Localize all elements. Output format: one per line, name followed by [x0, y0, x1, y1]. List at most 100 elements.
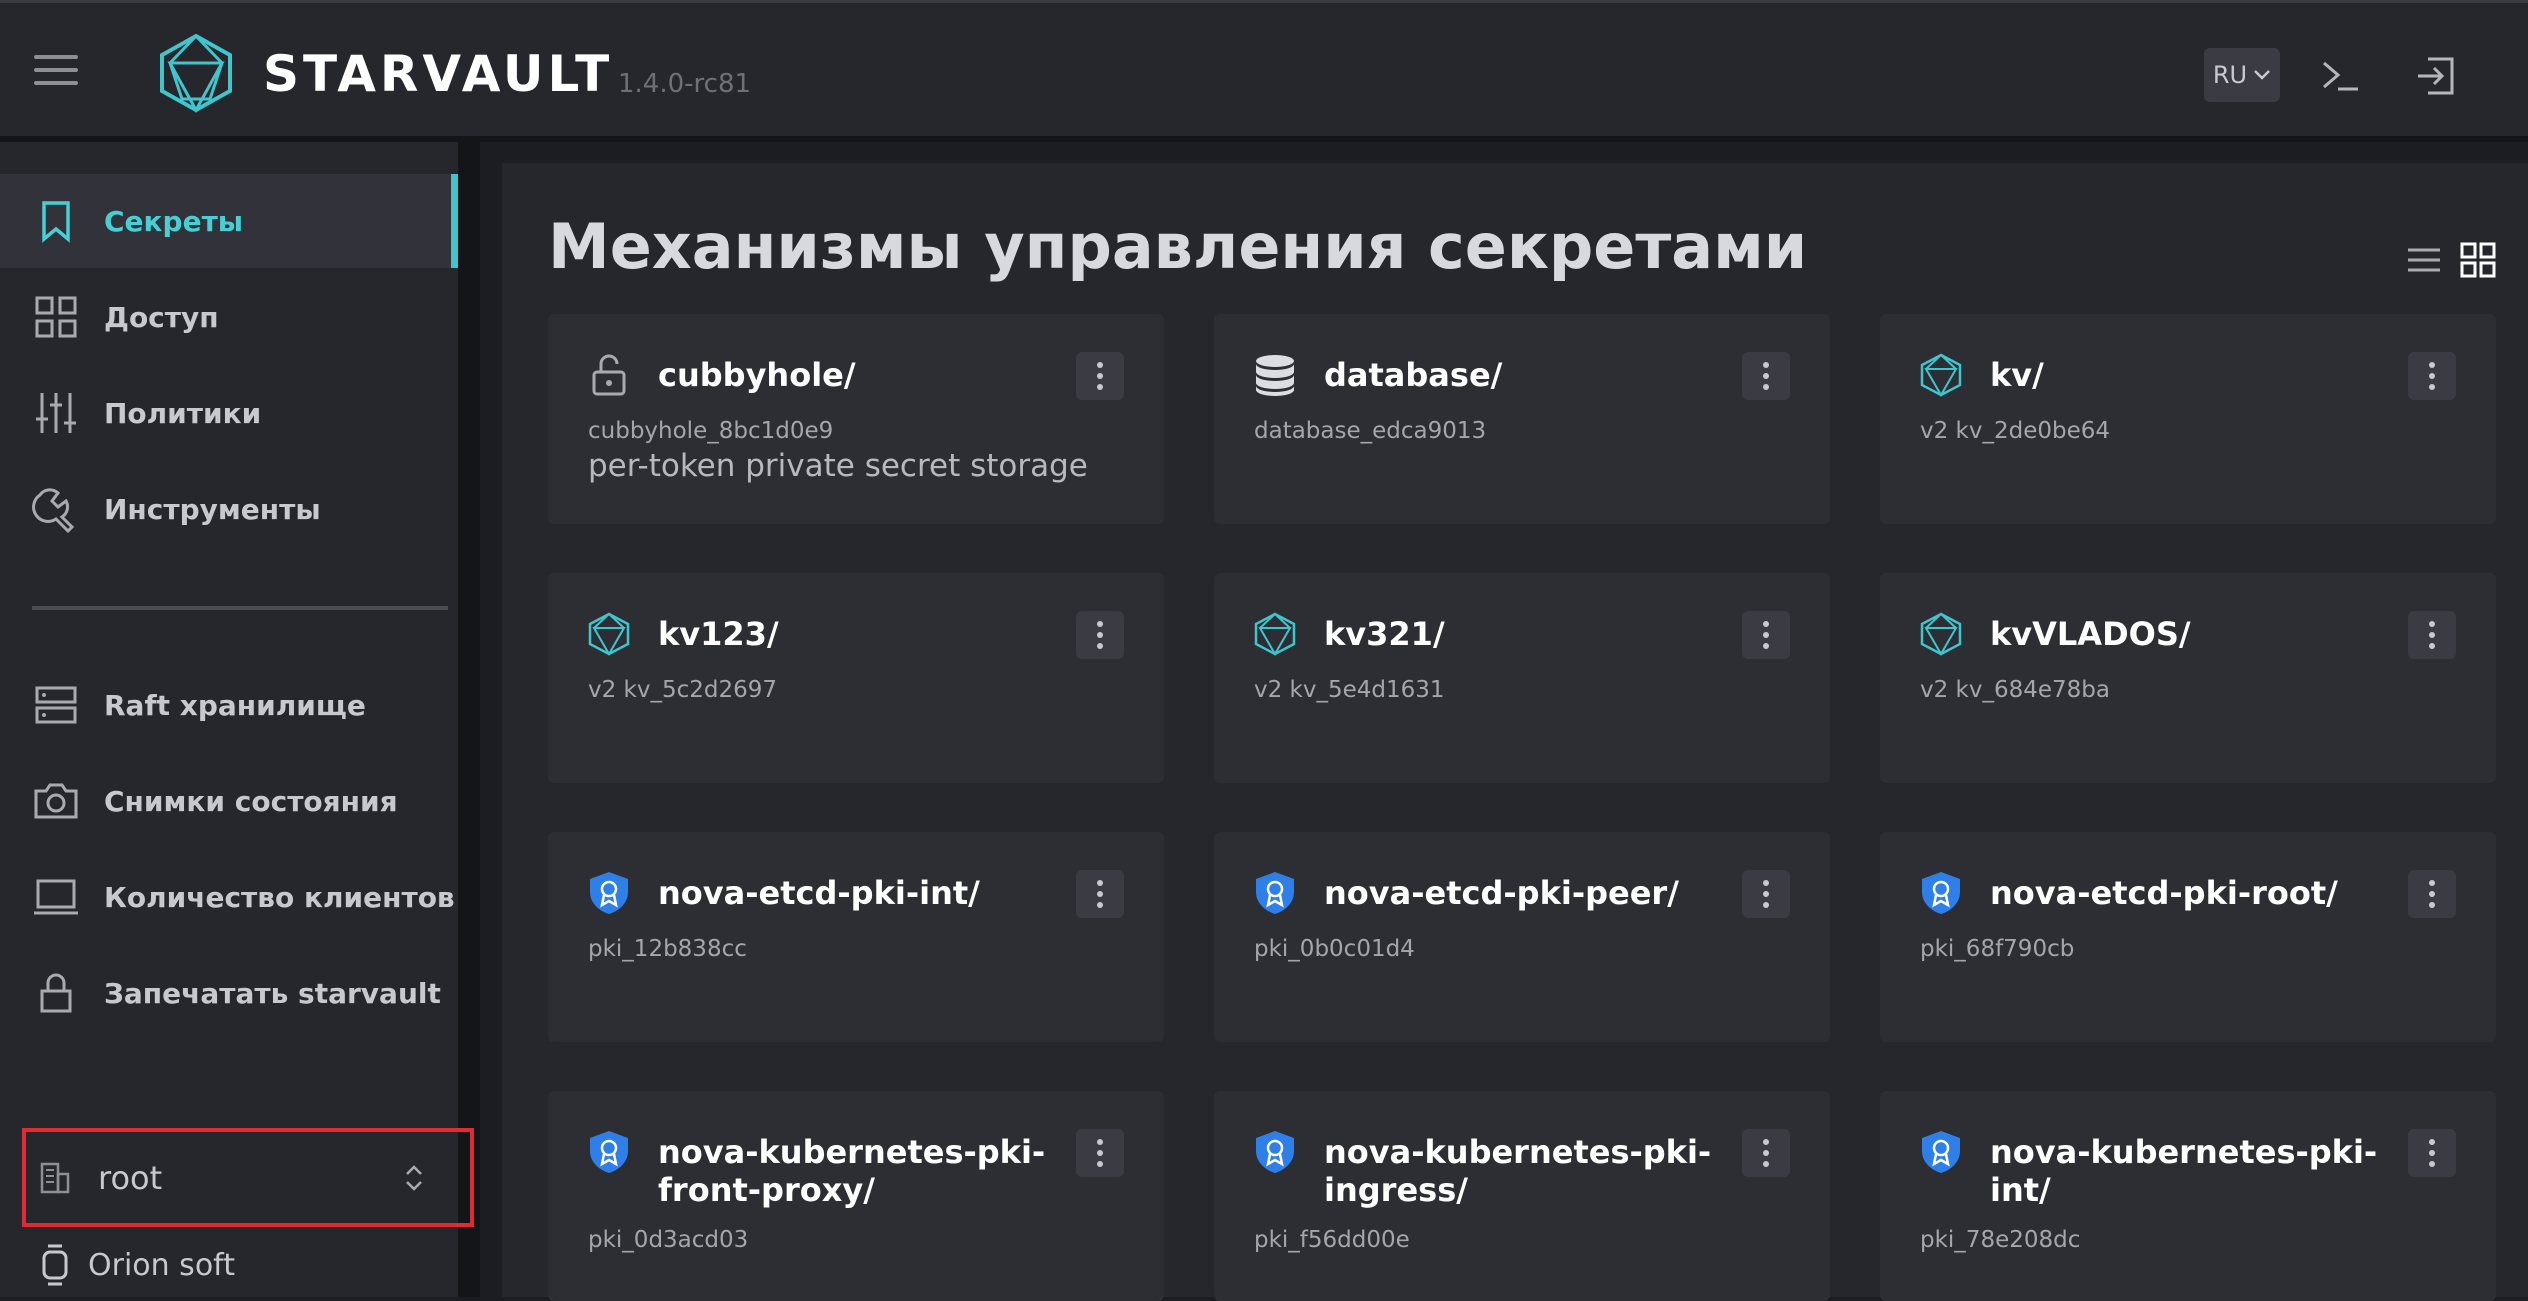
sidebar-item-tools[interactable]: Инструменты [0, 462, 458, 556]
card-title: kv123/ [658, 615, 779, 653]
laptop-icon [34, 879, 78, 915]
card-subtitle: v2 kv_5e4d1631 [1254, 677, 1445, 703]
wrench-icon [32, 488, 75, 533]
secret-engine-card[interactable]: nova-kubernetes-pki-int/ pki_78e208dc [1880, 1091, 2496, 1301]
starvault-kv-icon [1920, 353, 1962, 398]
grid-view-icon[interactable] [2458, 240, 2498, 280]
card-title: nova-kubernetes-pki-int/ [1990, 1133, 2378, 1209]
secret-engine-card[interactable]: nova-etcd-pki-peer/ pki_0b0c01d4 [1214, 832, 1830, 1042]
organization-label: Orion soft [88, 1248, 235, 1283]
sliders-icon [36, 393, 76, 433]
namespace-label: root [98, 1158, 163, 1197]
building-icon [40, 1162, 70, 1193]
card-subtitle: database_edca9013 [1254, 418, 1487, 444]
pki-certificate-icon [590, 872, 628, 914]
card-title: database/ [1324, 356, 1503, 394]
secret-engine-card[interactable]: kv/ v2 kv_2de0be64 [1880, 314, 2496, 524]
watch-icon [42, 1244, 68, 1286]
sidebar-item-label: Запечатать starvault [104, 976, 441, 1010]
more-options-button[interactable] [1076, 611, 1124, 659]
secret-engine-card[interactable]: database/ database_edca9013 [1214, 314, 1830, 524]
secret-engine-card[interactable]: nova-etcd-pki-root/ pki_68f790cb [1880, 832, 2496, 1042]
card-subtitle: pki_f56dd00e [1254, 1227, 1410, 1253]
more-options-button[interactable] [2408, 611, 2456, 659]
language-label: RU [2212, 61, 2248, 89]
sidebar-item-seal[interactable]: Запечатать starvault [0, 946, 458, 1040]
language-selector[interactable]: RU [2204, 48, 2280, 102]
sidebar-item-label: Секреты [104, 204, 244, 238]
pki-certificate-icon [1922, 1131, 1960, 1173]
sidebar-item-label: Доступ [104, 300, 219, 334]
card-title: kv321/ [1324, 615, 1445, 653]
secret-engine-card[interactable]: cubbyhole/ cubbyhole_8bc1d0e9 per-token … [548, 314, 1164, 524]
pki-certificate-icon [1922, 872, 1960, 914]
card-subtitle: v2 kv_5c2d2697 [588, 677, 778, 703]
more-options-button[interactable] [1742, 611, 1790, 659]
card-title: cubbyhole/ [658, 356, 856, 394]
more-options-button[interactable] [2408, 352, 2456, 400]
card-title: kvVLADOS/ [1990, 615, 2191, 653]
terminal-icon[interactable] [2318, 53, 2364, 99]
more-options-button[interactable] [1742, 352, 1790, 400]
more-options-button[interactable] [1742, 1129, 1790, 1177]
card-subtitle: pki_68f790cb [1920, 936, 2075, 962]
sidebar-item-policies[interactable]: Политики [0, 366, 458, 460]
app-version: 1.4.0-rc81 [618, 69, 752, 99]
card-title: nova-etcd-pki-int/ [658, 874, 980, 912]
sidebar-item-snapshots[interactable]: Снимки состояния [0, 754, 458, 848]
secret-engine-card[interactable]: nova-kubernetes-pki-front-proxy/ pki_0d3… [548, 1091, 1164, 1301]
app-logo-text: STARVAULT [263, 45, 614, 103]
sidebar-item-label: Инструменты [104, 492, 321, 526]
chevron-down-icon [2254, 70, 2271, 80]
sidebar-item-client-count[interactable]: Количество клиентов [0, 850, 458, 944]
namespace-selector[interactable]: root [22, 1128, 474, 1227]
sidebar-divider [32, 606, 448, 610]
hamburger-menu-icon[interactable] [34, 55, 78, 95]
starvault-kv-icon [1920, 612, 1962, 657]
secret-engine-card[interactable]: kvVLADOS/ v2 kv_684e78ba [1880, 573, 2496, 783]
secret-engine-card[interactable]: kv123/ v2 kv_5c2d2697 [548, 573, 1164, 783]
more-options-button[interactable] [1076, 1129, 1124, 1177]
sidebar-item-label: Политики [104, 396, 262, 430]
pki-certificate-icon [590, 1131, 628, 1173]
card-title: nova-etcd-pki-peer/ [1324, 874, 1679, 912]
bookmark-icon [42, 201, 70, 243]
chevron-updown-icon [406, 1164, 422, 1191]
card-subtitle: cubbyhole_8bc1d0e9 [588, 418, 834, 444]
starvault-kv-icon [588, 612, 630, 657]
sidebar-item-access[interactable]: Доступ [0, 270, 458, 364]
list-view-icon[interactable] [2404, 240, 2444, 280]
card-subtitle: pki_12b838cc [588, 936, 747, 962]
sidebar-item-label: Raft хранилище [104, 688, 366, 722]
server-icon [35, 686, 77, 724]
more-options-button[interactable] [1076, 870, 1124, 918]
sidebar: Секреты Доступ Политики Инструменты Raft… [0, 142, 480, 1297]
more-options-button[interactable] [1742, 870, 1790, 918]
sidebar-item-label: Снимки состояния [104, 784, 398, 818]
secret-engine-card[interactable]: nova-kubernetes-pki-ingress/ pki_f56dd00… [1214, 1091, 1830, 1301]
unlock-icon [592, 354, 626, 396]
card-subtitle: v2 kv_2de0be64 [1920, 418, 2111, 444]
more-options-button[interactable] [2408, 1129, 2456, 1177]
card-description: per-token private secret storage [588, 448, 1088, 484]
card-title: nova-kubernetes-pki-front-proxy/ [658, 1133, 1046, 1209]
more-options-button[interactable] [2408, 870, 2456, 918]
more-options-button[interactable] [1076, 352, 1124, 400]
pki-certificate-icon [1256, 1131, 1294, 1173]
card-title: nova-etcd-pki-root/ [1990, 874, 2338, 912]
secret-engine-card[interactable]: kv321/ v2 kv_5e4d1631 [1214, 573, 1830, 783]
card-subtitle: pki_0b0c01d4 [1254, 936, 1415, 962]
logout-icon[interactable] [2414, 53, 2460, 99]
grid-icon [35, 296, 77, 338]
card-subtitle: pki_0d3acd03 [588, 1227, 749, 1253]
lock-icon [40, 973, 72, 1013]
sidebar-item-secrets[interactable]: Секреты [0, 174, 458, 268]
pki-certificate-icon [1256, 872, 1294, 914]
sidebar-item-raft-storage[interactable]: Raft хранилище [0, 658, 458, 752]
card-subtitle: pki_78e208dc [1920, 1227, 2081, 1253]
secret-engine-card[interactable]: nova-etcd-pki-int/ pki_12b838cc [548, 832, 1164, 1042]
top-header: STARVAULT 1.4.0-rc81 RU [0, 0, 2528, 142]
sidebar-item-label: Количество клиентов [104, 880, 455, 914]
card-title: nova-kubernetes-pki-ingress/ [1324, 1133, 1712, 1209]
page-title: Механизмы управления секретами [548, 210, 1808, 283]
